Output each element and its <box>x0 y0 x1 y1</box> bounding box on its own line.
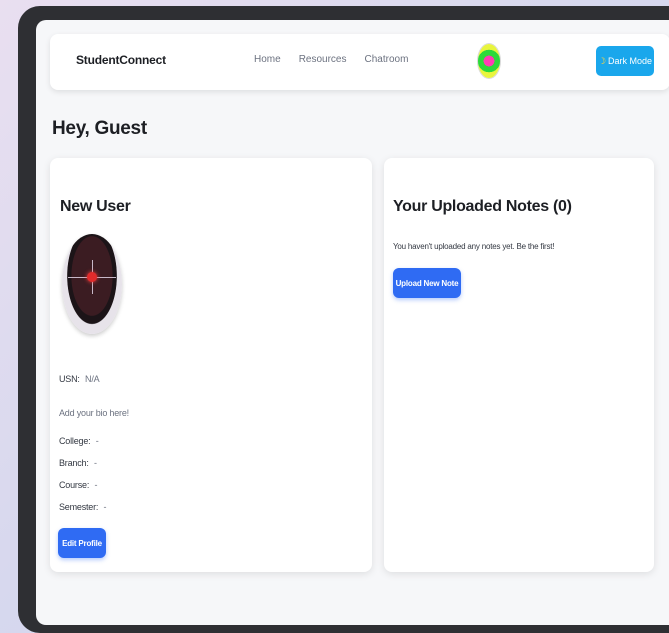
field-value: - <box>103 502 107 512</box>
nav-links: Home Resources Chatroom <box>254 54 408 65</box>
profile-card: New User USN: N/A Add your bio here! Col… <box>50 158 372 572</box>
app-screen: StudentConnect Home Resources Chatroom ☽… <box>36 20 669 625</box>
profile-bio: Add your bio here! <box>59 408 129 418</box>
profile-name: New User <box>60 198 131 215</box>
avatar <box>62 234 122 334</box>
dark-mode-label: Dark Mode <box>608 56 653 66</box>
field-label: Branch: <box>59 458 89 468</box>
nav-link-resources[interactable]: Resources <box>299 54 347 65</box>
device-frame: StudentConnect Home Resources Chatroom ☽… <box>18 6 669 633</box>
upload-note-button[interactable]: Upload New Note <box>393 268 461 298</box>
field-row: Semester: - <box>59 502 107 512</box>
navbar: StudentConnect Home Resources Chatroom ☽… <box>50 34 669 90</box>
field-label: Course: <box>59 480 90 490</box>
field-row: College: - <box>59 436 99 446</box>
avatar-detail <box>87 272 97 282</box>
page-greeting: Hey, Guest <box>52 118 147 139</box>
field-value: - <box>95 436 99 446</box>
notes-card: Your Uploaded Notes (0) You haven't uplo… <box>384 158 654 572</box>
app-logo[interactable] <box>478 44 500 78</box>
dark-mode-button[interactable]: ☽ Dark Mode <box>596 46 654 76</box>
usn-row: USN: N/A <box>59 374 100 384</box>
field-row: Course: - <box>59 480 97 490</box>
field-label: College: <box>59 436 91 446</box>
moon-icon: ☽ <box>597 55 607 66</box>
notes-empty-message: You haven't uploaded any notes yet. Be t… <box>393 242 555 251</box>
field-value: - <box>94 480 98 490</box>
field-row: Branch: - <box>59 458 97 468</box>
edit-profile-button[interactable]: Edit Profile <box>58 528 106 558</box>
notes-title: Your Uploaded Notes (0) <box>393 198 572 215</box>
brand-name[interactable]: StudentConnect <box>76 53 166 67</box>
nav-link-chatroom[interactable]: Chatroom <box>365 54 409 65</box>
nav-link-home[interactable]: Home <box>254 54 281 65</box>
field-label: Semester: <box>59 502 99 512</box>
field-value: - <box>93 458 97 468</box>
usn-value: N/A <box>85 374 100 384</box>
usn-label: USN: <box>59 374 80 384</box>
